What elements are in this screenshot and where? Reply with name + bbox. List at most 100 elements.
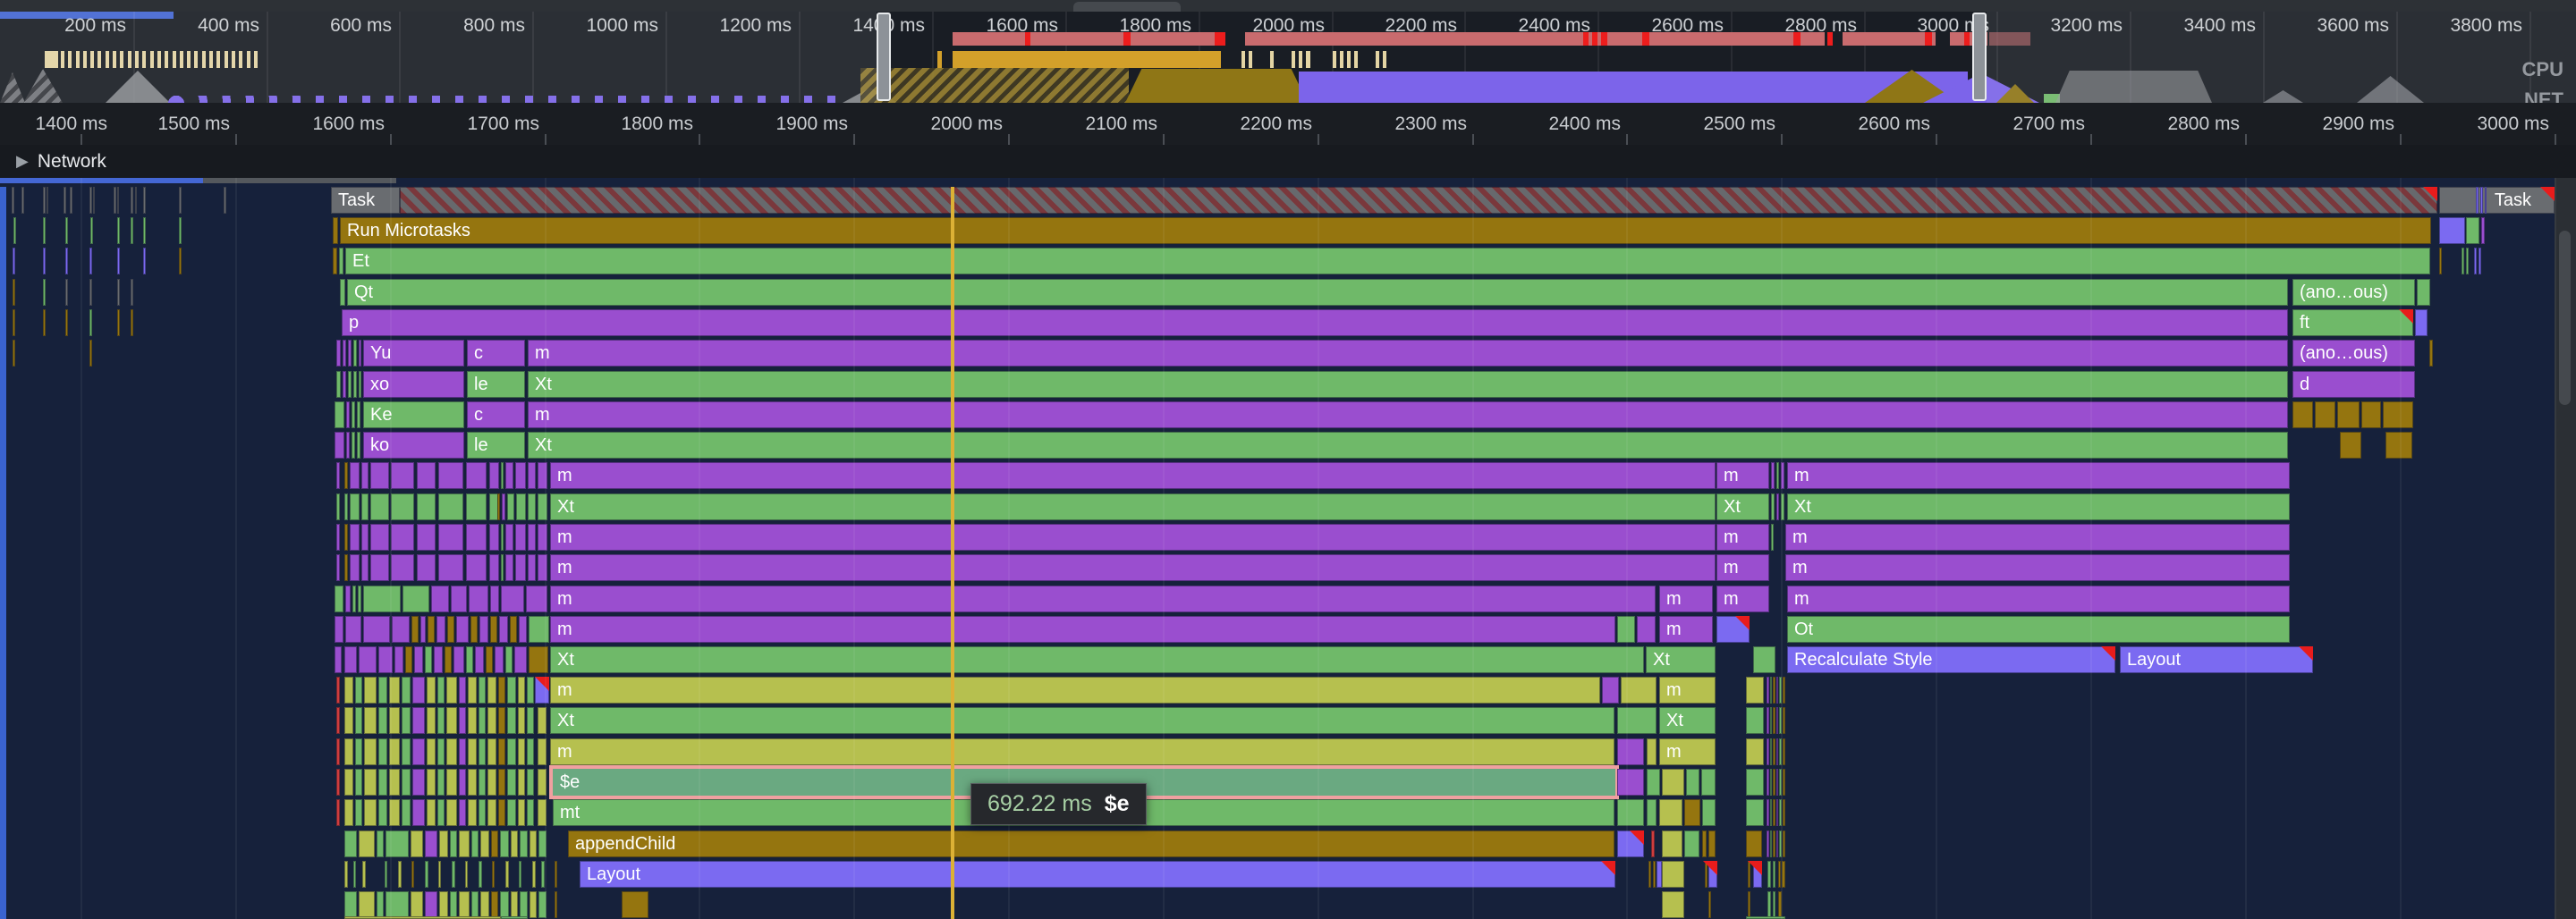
flame-bar[interactable]	[43, 248, 46, 274]
flame-bar[interactable]	[1781, 493, 1784, 520]
flame-bar[interactable]	[344, 830, 357, 857]
flame-bar[interactable]	[117, 217, 120, 244]
flame-bar[interactable]	[364, 769, 377, 796]
flame-bar[interactable]	[528, 462, 536, 489]
flame-bar-m[interactable]: m	[1716, 586, 1769, 612]
flame-bar[interactable]	[538, 891, 547, 918]
flame-bar[interactable]	[487, 677, 496, 704]
flame-bar-yu[interactable]: Yu	[363, 340, 464, 367]
flame-bar[interactable]	[333, 248, 337, 274]
flame-bar[interactable]	[378, 769, 387, 796]
flame-bar[interactable]	[438, 462, 463, 489]
flame-bar[interactable]	[511, 891, 518, 918]
flame-bar[interactable]	[529, 616, 549, 643]
flame-bar[interactable]	[437, 738, 445, 765]
flame-bar[interactable]	[528, 493, 536, 520]
flame-bar[interactable]	[468, 677, 477, 704]
flame-bar[interactable]	[439, 891, 448, 918]
flame-bar[interactable]	[378, 677, 387, 704]
flame-bar[interactable]	[498, 769, 505, 796]
flame-bar[interactable]	[530, 891, 537, 918]
flame-bar[interactable]	[507, 677, 516, 704]
flame-bar[interactable]	[417, 554, 436, 581]
flame-bar[interactable]	[1771, 493, 1775, 520]
window-right-handle[interactable]	[1972, 13, 1987, 101]
flame-bar-m[interactable]: m	[1659, 586, 1713, 612]
flame-bar[interactable]	[516, 493, 526, 520]
flame-bar-m[interactable]: m	[528, 401, 2288, 428]
flame-bar[interactable]	[1783, 707, 1785, 734]
flame-bar[interactable]	[361, 462, 369, 489]
flame-bar[interactable]	[425, 861, 428, 888]
flame-bar[interactable]	[515, 524, 526, 551]
flame-bar[interactable]	[1779, 830, 1782, 857]
flame-bar[interactable]	[389, 707, 400, 734]
flame-bar-anoous[interactable]: (ano…ous)	[2292, 279, 2415, 306]
flame-bar[interactable]	[370, 462, 389, 489]
flame-bar[interactable]	[431, 586, 449, 612]
flame-bar[interactable]	[344, 646, 357, 673]
flame-bar[interactable]	[417, 462, 436, 489]
flame-bar[interactable]	[1767, 738, 1769, 765]
flame-bar[interactable]	[352, 586, 356, 612]
flame-bar[interactable]	[1773, 861, 1775, 888]
flame-bar[interactable]	[1617, 769, 1644, 796]
flame-bar[interactable]	[131, 187, 133, 214]
flame-bar[interactable]	[489, 462, 499, 489]
flame-bar[interactable]	[391, 554, 414, 581]
flame-bar[interactable]	[1783, 799, 1785, 826]
flame-bar[interactable]	[451, 586, 467, 612]
flame-bar[interactable]	[491, 891, 498, 918]
flame-bar[interactable]	[70, 187, 72, 214]
flame-bar[interactable]	[1773, 830, 1775, 857]
flame-bar[interactable]	[446, 677, 457, 704]
flame-bar[interactable]	[1783, 769, 1785, 796]
flame-bar-runmicrotasks[interactable]: Run Microtasks	[340, 217, 2431, 244]
flame-bar-xt[interactable]: Xt	[550, 646, 1644, 673]
flame-bar[interactable]	[515, 554, 526, 581]
flame-bar[interactable]	[459, 830, 470, 857]
flame-bar-task[interactable]: Task	[331, 187, 400, 214]
flame-bar[interactable]	[370, 524, 389, 551]
flame-bar[interactable]	[438, 493, 463, 520]
flame-bar[interactable]	[505, 524, 513, 551]
flame-bar[interactable]	[355, 799, 362, 826]
flame-bar[interactable]	[520, 830, 528, 857]
flame-bar[interactable]	[353, 340, 357, 367]
flame-bar[interactable]	[1771, 524, 1774, 551]
flame-bar[interactable]	[1776, 462, 1779, 489]
flame-bar[interactable]	[1770, 738, 1772, 765]
flame-bar[interactable]	[402, 707, 411, 734]
flame-bar[interactable]	[500, 891, 509, 918]
flame-bar[interactable]	[402, 677, 411, 704]
flame-bar[interactable]	[555, 891, 557, 918]
flame-bar-m[interactable]: m	[550, 462, 1716, 489]
flame-bar[interactable]	[1617, 799, 1644, 826]
flame-bar[interactable]	[1748, 891, 1750, 918]
flame-bar[interactable]	[117, 248, 120, 274]
flame-bar[interactable]	[1767, 769, 1769, 796]
flame-bar[interactable]	[2462, 248, 2464, 274]
flame-bar[interactable]	[529, 646, 548, 673]
flame-bar[interactable]	[466, 524, 487, 551]
flame-bar[interactable]	[117, 187, 119, 214]
flame-bar[interactable]	[497, 493, 500, 520]
flame-bar[interactable]	[1746, 738, 1764, 765]
flame-bar[interactable]	[498, 738, 505, 765]
flame-bar[interactable]	[391, 493, 414, 520]
flame-bar-xt[interactable]: Xt	[528, 432, 2288, 459]
flame-bar[interactable]	[1637, 616, 1656, 643]
flame-bar-m[interactable]: m	[1659, 738, 1716, 765]
flame-bar-p[interactable]: p	[342, 309, 2288, 336]
flame-bar[interactable]	[411, 830, 423, 857]
flame-bar[interactable]	[411, 861, 414, 888]
flame-bar[interactable]	[507, 707, 516, 734]
flame-bar[interactable]	[2479, 248, 2481, 274]
flame-bar-m[interactable]: m	[1659, 616, 1713, 643]
flame-bar[interactable]	[514, 646, 527, 673]
flame-bar[interactable]	[350, 524, 360, 551]
flame-bar[interactable]	[363, 616, 390, 643]
flame-bar[interactable]	[417, 493, 436, 520]
flame-bar[interactable]	[1617, 830, 1644, 857]
flame-bar[interactable]	[353, 861, 356, 888]
